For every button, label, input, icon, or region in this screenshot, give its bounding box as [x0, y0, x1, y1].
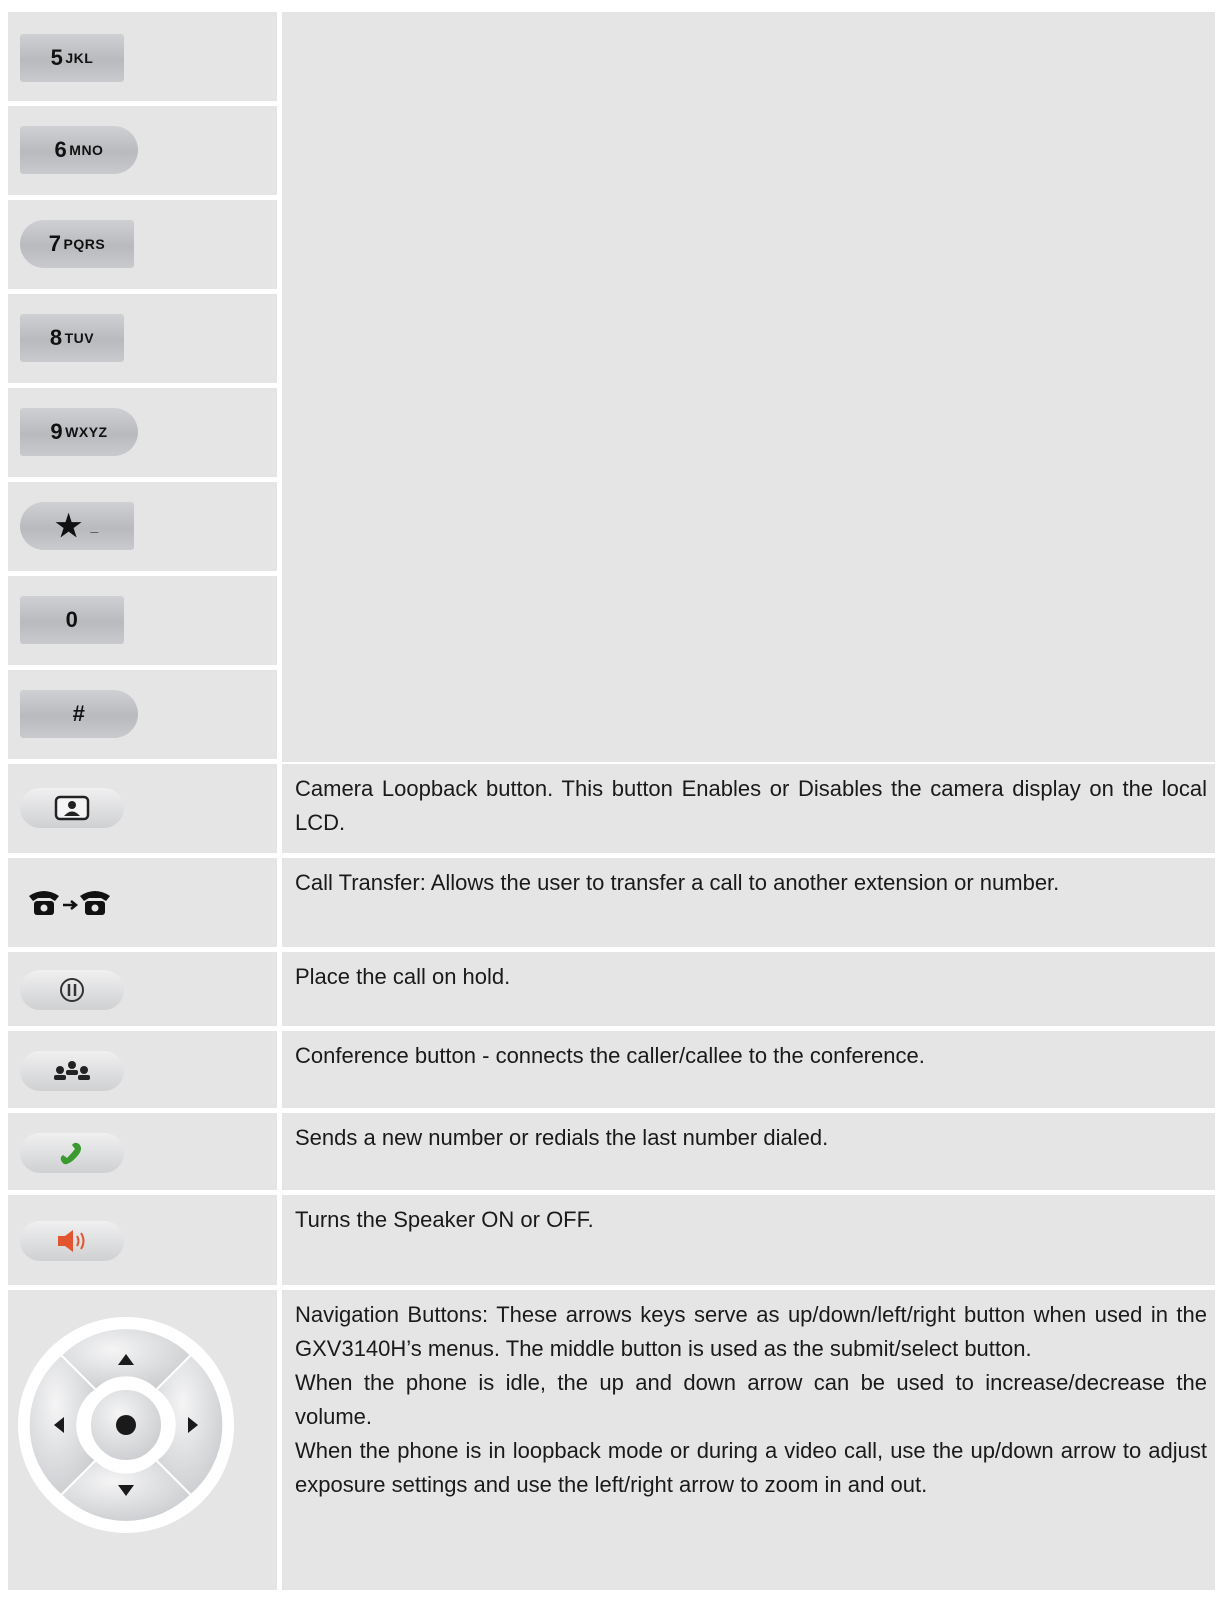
- key-5-icon: 5 JKL: [20, 34, 124, 82]
- table-row: #: [8, 670, 1215, 759]
- button-icon-cell: [8, 952, 277, 1026]
- description-cell: Navigation Buttons: These arrows keys se…: [282, 1290, 1215, 1590]
- send-call-icon: [20, 1133, 124, 1173]
- description-cell: Camera Loopback button. This button Enab…: [282, 764, 1215, 853]
- key-cell: ★ _: [8, 482, 277, 571]
- key-cell: 7 PQRS: [8, 200, 277, 289]
- key-8-icon: 8 TUV: [20, 314, 124, 362]
- key-cell: 6 MNO: [8, 106, 277, 195]
- description-cell: Sends a new number or redials the last n…: [282, 1113, 1215, 1190]
- key-9-icon: 9 WXYZ: [20, 408, 138, 456]
- table-row: 6 MNO: [8, 106, 1215, 195]
- table-row: Camera Loopback button. This button Enab…: [8, 764, 1215, 853]
- key-star-icon: ★ _: [20, 502, 134, 550]
- button-icon-cell: [8, 1290, 277, 1590]
- table-row: 8 TUV: [8, 294, 1215, 383]
- key-0-icon: 0: [20, 596, 124, 644]
- key-cell: 9 WXYZ: [8, 388, 277, 477]
- description-cell: Call Transfer: Allows the user to transf…: [282, 858, 1215, 947]
- call-transfer-icon: [26, 886, 116, 925]
- speaker-icon: [20, 1221, 124, 1261]
- table-row: Conference button - connects the caller/…: [8, 1031, 1215, 1108]
- key-6-icon: 6 MNO: [20, 126, 138, 174]
- table-row: Call Transfer: Allows the user to transf…: [8, 858, 1215, 947]
- button-icon-cell: [8, 1031, 277, 1108]
- key-cell: 8 TUV: [8, 294, 277, 383]
- table-row: 5 JKL: [8, 12, 1215, 101]
- table-row: 7 PQRS: [8, 200, 1215, 289]
- navigation-pad-icon: [16, 1310, 236, 1545]
- key-hash-icon: #: [20, 690, 138, 738]
- navigation-description: When the phone is idle, the up and down …: [295, 1370, 1207, 1429]
- hold-icon: [20, 970, 124, 1010]
- table-row: Turns the Speaker ON or OFF.: [8, 1195, 1215, 1285]
- navigation-description: Navigation Buttons: These arrows keys se…: [295, 1302, 1207, 1361]
- key-cell: #: [8, 670, 277, 759]
- button-icon-cell: [8, 1113, 277, 1190]
- description-cell: Place the call on hold.: [282, 952, 1215, 1026]
- camera-loopback-icon: [20, 788, 124, 828]
- table-row: Sends a new number or redials the last n…: [8, 1113, 1215, 1190]
- conference-icon: [20, 1051, 124, 1091]
- table-row: ★ _: [8, 482, 1215, 571]
- description-cell: Conference button - connects the caller/…: [282, 1031, 1215, 1108]
- table-row: 9 WXYZ: [8, 388, 1215, 477]
- key-7-icon: 7 PQRS: [20, 220, 134, 268]
- key-cell: 5 JKL: [8, 12, 277, 101]
- table-row: 0: [8, 576, 1215, 665]
- button-icon-cell: [8, 764, 277, 853]
- key-cell: 0: [8, 576, 277, 665]
- button-reference-table: 5 JKL 6 MNO 7 PQRS 8 TUV 9 WXYZ ★ _ 0 # …: [8, 12, 1215, 1590]
- table-row: Navigation Buttons: These arrows keys se…: [8, 1290, 1215, 1590]
- table-row: Place the call on hold.: [8, 952, 1215, 1026]
- description-cell: Turns the Speaker ON or OFF.: [282, 1195, 1215, 1285]
- navigation-description: When the phone is in loopback mode or du…: [295, 1438, 1207, 1497]
- button-icon-cell: [8, 858, 277, 947]
- button-icon-cell: [8, 1195, 277, 1285]
